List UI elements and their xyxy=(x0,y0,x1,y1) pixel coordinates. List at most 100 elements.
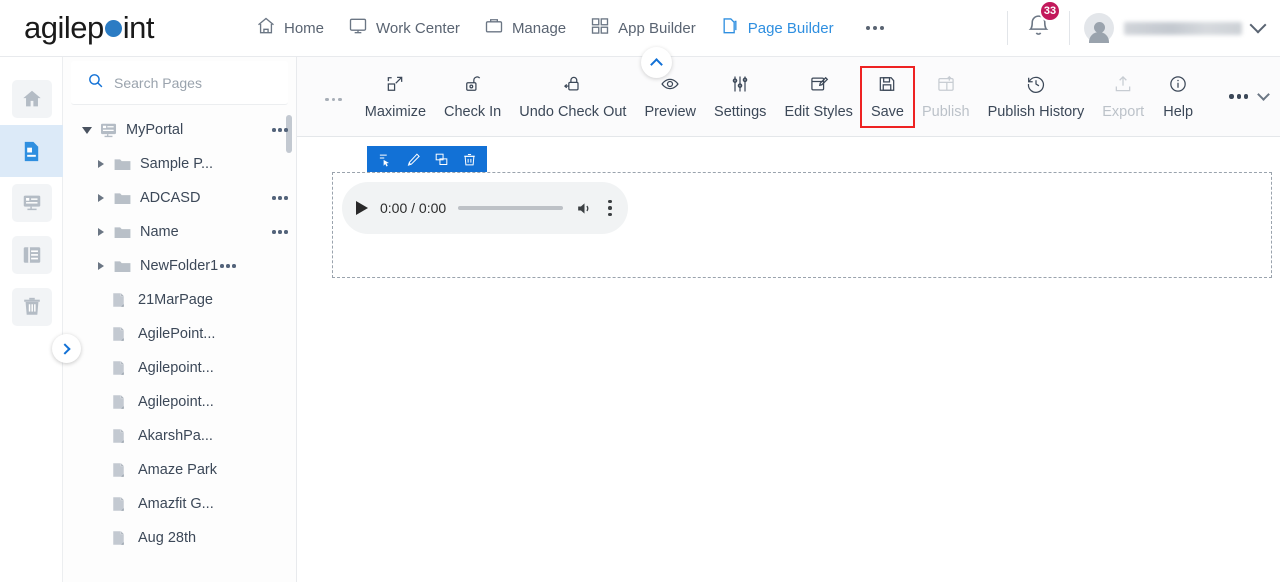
toolbar-button-check-in[interactable]: Check In xyxy=(435,68,510,126)
toolbar-button-publish[interactable]: Publish xyxy=(913,68,979,126)
tree-node-page[interactable]: 21MarPage xyxy=(63,283,296,317)
tree-node-label: NewFolder1 xyxy=(140,258,219,274)
user-menu[interactable] xyxy=(1070,13,1280,43)
toolbar-button-settings[interactable]: Settings xyxy=(705,68,775,126)
nav-label: Manage xyxy=(511,19,567,37)
tree-node-adcasd[interactable]: ADCASD xyxy=(63,181,296,215)
node-menu-icon[interactable] xyxy=(268,196,288,200)
page-icon xyxy=(109,461,131,479)
duplicate-icon[interactable] xyxy=(427,146,455,172)
node-menu-icon[interactable] xyxy=(216,264,236,268)
top-navigation-bar: agilep int Home Work Center Manage App B… xyxy=(0,0,1280,57)
toolbar-button-save[interactable]: Save xyxy=(859,65,916,128)
tree-node-newfolder1[interactable]: NewFolder1 xyxy=(63,249,296,283)
tree-node-page[interactable]: AgilePoint... xyxy=(63,317,296,351)
search-icon xyxy=(87,72,104,94)
toolbar-label: Settings xyxy=(714,103,767,120)
notifications-button[interactable]: 33 xyxy=(1008,0,1069,43)
toolbar-button-edit-styles[interactable]: Edit Styles xyxy=(775,68,862,126)
nav-label: App Builder xyxy=(618,19,696,37)
tree-node-page[interactable]: Agilepoint... xyxy=(63,351,296,385)
edit-icon[interactable] xyxy=(399,146,427,172)
volume-icon[interactable] xyxy=(575,199,594,218)
page-icon xyxy=(109,495,131,513)
tree-node-myportal[interactable]: MyPortal xyxy=(63,113,296,147)
notification-badge: 33 xyxy=(1039,0,1061,22)
bell-icon xyxy=(1026,15,1051,42)
expand-triangle-icon[interactable] xyxy=(93,228,109,236)
toolbar-more-icon[interactable] xyxy=(307,97,356,102)
collapse-toolbar-button[interactable] xyxy=(641,47,672,78)
toolbar-label: Undo Check Out xyxy=(519,103,627,120)
agilepoint-logo[interactable]: agilep int xyxy=(24,10,155,46)
delete-icon[interactable] xyxy=(455,146,483,172)
tree-node-page[interactable]: Aug 28th xyxy=(63,521,296,555)
toolbar-overflow-icon[interactable] xyxy=(1229,94,1248,99)
tree-node-label: Aug 28th xyxy=(138,530,197,546)
toolbar-label: Maximize xyxy=(364,103,427,120)
widget-container: 0:00 / 0:00 xyxy=(332,146,1272,278)
page-canvas[interactable]: 0:00 / 0:00 xyxy=(297,137,1280,582)
tree-node-name[interactable]: Name xyxy=(63,215,296,249)
tree-node-label: AgilePoint... xyxy=(138,326,216,342)
node-menu-icon[interactable] xyxy=(268,128,288,132)
portal-icon xyxy=(97,121,119,140)
tree-node-page[interactable]: Amazfit G... xyxy=(63,487,296,521)
nav-item-app-builder[interactable]: App Builder xyxy=(578,10,708,46)
toolbar-label: Publish xyxy=(922,103,970,120)
home-icon xyxy=(11,80,52,118)
expand-sidebar-button[interactable] xyxy=(52,334,81,363)
pages-icon xyxy=(720,16,740,40)
page-icon xyxy=(109,427,131,445)
nav-item-page-builder[interactable]: Page Builder xyxy=(708,10,846,46)
nav-item-home[interactable]: Home xyxy=(244,10,336,46)
audio-player-widget[interactable]: 0:00 / 0:00 xyxy=(342,182,628,234)
form-list-icon xyxy=(11,184,52,222)
play-icon[interactable] xyxy=(356,201,368,215)
page-builder-app: agilep int Home Work Center Manage App B… xyxy=(0,0,1280,582)
audio-progress-bar[interactable] xyxy=(458,206,564,210)
node-menu-icon[interactable] xyxy=(268,230,288,234)
chevron-down-icon[interactable] xyxy=(1257,87,1270,101)
search-pages-row[interactable] xyxy=(71,61,288,105)
toolbar-button-preview[interactable]: Preview xyxy=(635,68,705,126)
expand-triangle-icon[interactable] xyxy=(93,194,109,202)
toolbar-button-maximize[interactable]: Maximize xyxy=(356,68,435,126)
tree-node-page[interactable]: Agilepoint... xyxy=(63,385,296,419)
tree-node-label: Agilepoint... xyxy=(138,394,214,410)
toolbar-label: Publish History xyxy=(987,103,1085,120)
kebab-menu-icon[interactable] xyxy=(606,199,614,217)
collapse-triangle-icon[interactable] xyxy=(79,126,95,134)
toolbar-button-publish-history[interactable]: Publish History xyxy=(979,68,1094,126)
expand-triangle-icon[interactable] xyxy=(93,160,109,168)
tree-node-sample-p[interactable]: Sample P... xyxy=(63,147,296,181)
logo-dot xyxy=(104,20,122,37)
toolbar-button-export[interactable]: Export xyxy=(1093,68,1153,126)
nav-more-icon[interactable] xyxy=(852,16,898,40)
toolbar-label: Save xyxy=(870,103,904,120)
rail-item-pages[interactable] xyxy=(0,125,63,177)
export-icon xyxy=(1113,74,1133,99)
info-icon xyxy=(1168,74,1188,99)
tree-node-label: Sample P... xyxy=(140,156,214,172)
rail-item-home[interactable] xyxy=(0,73,63,125)
toolbar-button-undo-check-out[interactable]: Undo Check Out xyxy=(510,68,635,126)
expand-triangle-icon[interactable] xyxy=(93,262,109,270)
widget-drop-zone[interactable]: 0:00 / 0:00 xyxy=(332,172,1272,278)
nav-item-work-center[interactable]: Work Center xyxy=(336,10,472,46)
tree-scroll-area[interactable]: MyPortal Sample P... ADCASD Name NewFold… xyxy=(63,105,296,582)
rail-item-forms[interactable] xyxy=(0,177,63,229)
toolbar-button-help[interactable]: Help xyxy=(1153,68,1203,126)
rail-item-recycle-bin[interactable] xyxy=(0,281,63,333)
main-nav: Home Work Center Manage App Builder Page… xyxy=(244,10,898,46)
avatar xyxy=(1084,13,1114,43)
nav-item-manage[interactable]: Manage xyxy=(472,10,578,46)
rail-item-layouts[interactable] xyxy=(0,229,63,281)
tree-node-page[interactable]: Amaze Park xyxy=(63,453,296,487)
page-toolbar: Maximize Check In Undo Check Out Preview xyxy=(297,57,1280,137)
select-parent-icon[interactable] xyxy=(371,146,399,172)
tree-node-page[interactable]: AkarshPa... xyxy=(63,419,296,453)
search-input[interactable] xyxy=(114,74,264,91)
toolbar-label: Preview xyxy=(644,103,697,120)
publish-icon xyxy=(936,74,956,99)
